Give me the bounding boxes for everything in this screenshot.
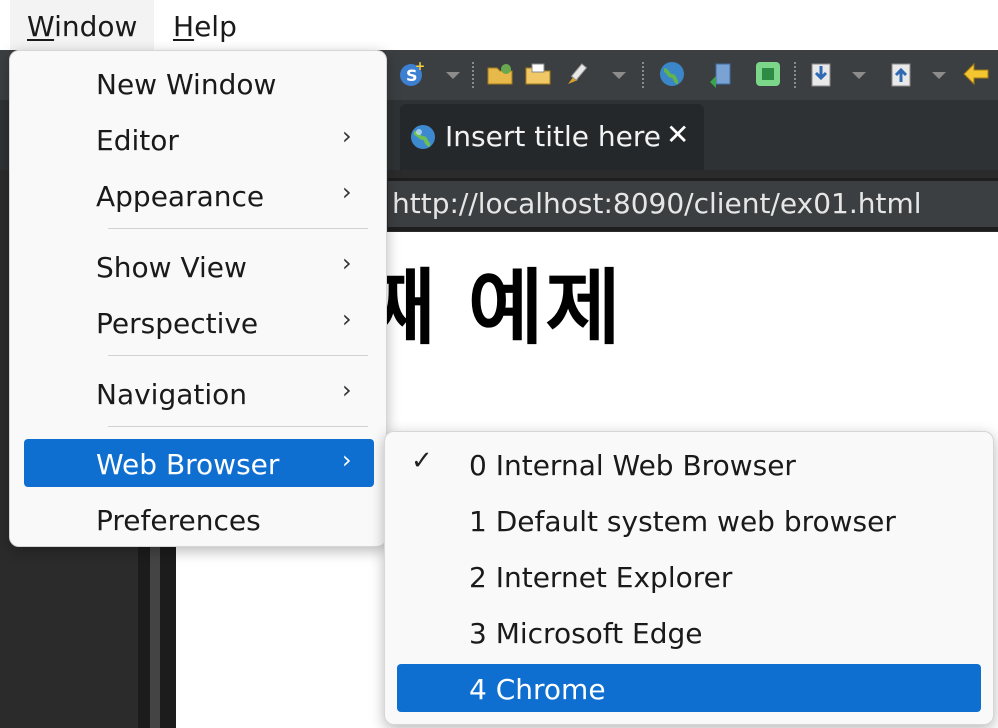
menu-item-appearance[interactable]: Appearance ›: [24, 171, 374, 219]
submenu-item-microsoft-edge[interactable]: 3 Microsoft Edge: [397, 608, 981, 656]
open-folder-icon[interactable]: [524, 60, 552, 88]
web-browser-submenu: ✓ 0 Internal Web Browser 1 Default syste…: [384, 431, 994, 725]
chevron-right-icon: ›: [342, 305, 352, 333]
submenu-item-internal-web-browser[interactable]: ✓ 0 Internal Web Browser: [397, 440, 981, 488]
globe-icon[interactable]: [658, 60, 686, 88]
back-arrow-icon[interactable]: [962, 60, 990, 88]
chevron-right-icon: ›: [342, 376, 352, 404]
menu-separator: [108, 355, 368, 356]
submenu-item-chrome[interactable]: 4 Chrome: [397, 664, 981, 712]
menu-help[interactable]: Help: [156, 0, 254, 50]
menu-item-perspective[interactable]: Perspective ›: [24, 298, 374, 346]
menu-window[interactable]: Window: [10, 0, 155, 50]
dropdown-arrow-icon[interactable]: [612, 72, 626, 79]
menu-item-web-browser[interactable]: Web Browser ›: [24, 439, 374, 487]
svg-text:+: +: [415, 60, 425, 73]
menu-item-navigation[interactable]: Navigation ›: [24, 369, 374, 417]
menu-item-editor[interactable]: Editor ›: [24, 115, 374, 163]
page-heading: 째 예제: [360, 261, 623, 356]
menu-separator: [108, 228, 368, 229]
menu-separator: [108, 426, 368, 427]
submenu-item-default-system-browser[interactable]: 1 Default system web browser: [397, 496, 981, 544]
tab-insert-title-here[interactable]: Insert title here ✕: [400, 104, 704, 170]
menu-item-show-view[interactable]: Show View ›: [24, 242, 374, 290]
chevron-right-icon: ›: [342, 122, 352, 150]
address-bar[interactable]: http://localhost:8090/client/ex01.html: [388, 178, 998, 231]
run-server-icon[interactable]: [708, 60, 736, 88]
tab-title: Insert title here: [445, 120, 661, 153]
window-menu: New Window Editor › Appearance › Show Vi…: [9, 50, 387, 547]
submenu-item-internet-explorer[interactable]: 2 Internet Explorer: [397, 552, 981, 600]
toolbar-separator: [642, 62, 646, 88]
toolbar-separator: [794, 62, 798, 88]
menu-item-new-window[interactable]: New Window: [24, 59, 374, 107]
dropdown-arrow-icon[interactable]: [446, 72, 460, 79]
dropdown-arrow-icon[interactable]: [852, 72, 866, 79]
stop-server-icon[interactable]: [754, 60, 782, 88]
open-project-icon[interactable]: [486, 60, 514, 88]
menu-item-preferences[interactable]: Preferences: [24, 495, 374, 543]
globe-icon: [411, 125, 435, 149]
close-icon[interactable]: ✕: [666, 118, 689, 151]
chevron-right-icon: ›: [342, 446, 352, 474]
url-input[interactable]: http://localhost:8090/client/ex01.html: [392, 187, 922, 220]
checkmark-icon: ✓: [411, 446, 433, 476]
upload-icon[interactable]: [888, 60, 916, 88]
new-class-icon[interactable]: S +: [398, 60, 426, 88]
toolbar-separator: [472, 62, 476, 88]
chevron-right-icon: ›: [342, 178, 352, 206]
menubar: Window Help: [0, 0, 998, 50]
sash[interactable]: [150, 520, 160, 728]
brush-icon[interactable]: [564, 60, 592, 88]
download-icon[interactable]: [808, 60, 836, 88]
dropdown-arrow-icon[interactable]: [932, 72, 946, 79]
chevron-right-icon: ›: [342, 249, 352, 277]
